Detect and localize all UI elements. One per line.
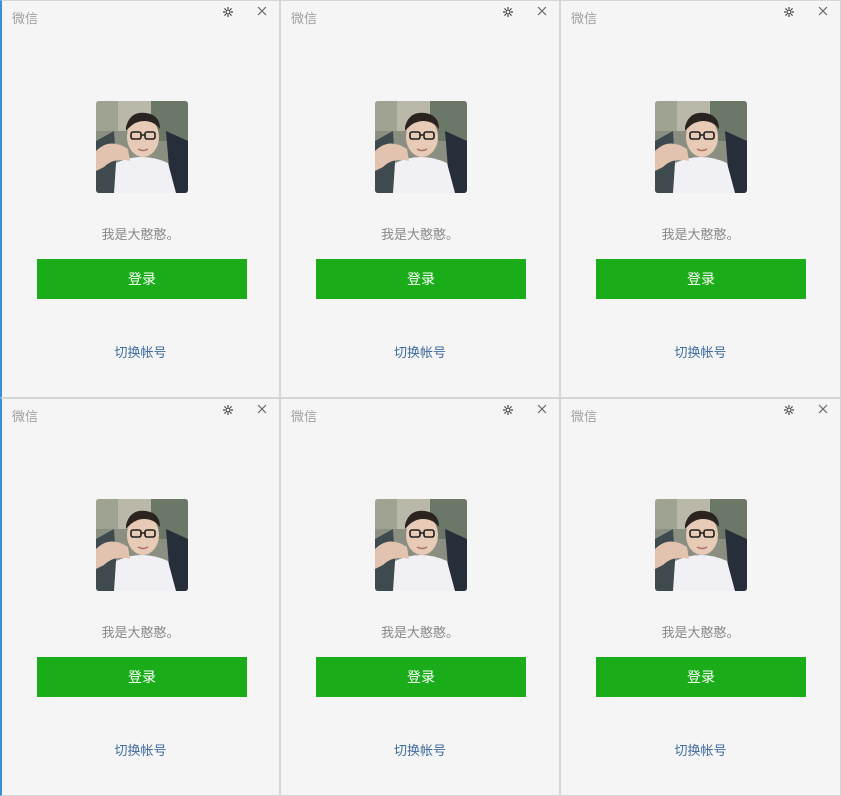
- switch-account-link[interactable]: 切换帐号: [2, 740, 279, 759]
- gear-icon[interactable]: [782, 403, 796, 417]
- close-icon[interactable]: [255, 402, 269, 416]
- username: 我是大憨憨。: [661, 626, 740, 641]
- login-button[interactable]: 登录: [316, 657, 526, 697]
- avatar: [96, 101, 188, 193]
- switch-account-link[interactable]: 切换帐号: [561, 342, 840, 361]
- switch-account-link[interactable]: 切换帐号: [281, 342, 559, 361]
- window-title: 微信: [291, 410, 318, 425]
- switch-account-link[interactable]: 切换帐号: [2, 342, 279, 361]
- wechat-login-window: 微信 我是大憨憨。 登录 切换帐号: [0, 398, 280, 796]
- avatar: [655, 101, 747, 193]
- login-button[interactable]: 登录: [316, 259, 526, 299]
- gear-icon[interactable]: [782, 5, 796, 19]
- gear-icon[interactable]: [501, 5, 515, 19]
- avatar: [375, 101, 467, 193]
- avatar: [655, 499, 747, 591]
- gear-icon[interactable]: [221, 403, 235, 417]
- wechat-login-window: 微信 我是大憨憨。 登录 切换帐号: [280, 398, 560, 796]
- close-icon[interactable]: [535, 4, 549, 18]
- avatar: [375, 499, 467, 591]
- username: 我是大憨憨。: [101, 228, 180, 243]
- window-title: 微信: [291, 12, 318, 27]
- close-icon[interactable]: [816, 402, 830, 416]
- wechat-login-window: 微信 我是大憨憨。 登录 切换帐号: [560, 398, 841, 796]
- login-button[interactable]: 登录: [37, 657, 247, 697]
- switch-account-link[interactable]: 切换帐号: [561, 740, 840, 759]
- login-button[interactable]: 登录: [37, 259, 247, 299]
- username: 我是大憨憨。: [101, 626, 180, 641]
- username: 我是大憨憨。: [661, 228, 740, 243]
- login-button[interactable]: 登录: [596, 259, 806, 299]
- wechat-login-window: 微信 我是大憨憨。 登录 切换帐号: [280, 0, 560, 398]
- close-icon[interactable]: [255, 4, 269, 18]
- close-icon[interactable]: [816, 4, 830, 18]
- window-title: 微信: [12, 410, 39, 425]
- wechat-login-window: 微信 我是大憨憨。 登录 切换帐号: [560, 0, 841, 398]
- window-title: 微信: [12, 12, 39, 27]
- gear-icon[interactable]: [221, 5, 235, 19]
- switch-account-link[interactable]: 切换帐号: [281, 740, 559, 759]
- window-title: 微信: [571, 12, 598, 27]
- username: 我是大憨憨。: [380, 228, 459, 243]
- username: 我是大憨憨。: [380, 626, 459, 641]
- window-title: 微信: [571, 410, 598, 425]
- wechat-login-window: 微信 我是大憨憨。 登录 切换帐号: [0, 0, 280, 398]
- close-icon[interactable]: [535, 402, 549, 416]
- gear-icon[interactable]: [501, 403, 515, 417]
- avatar: [96, 499, 188, 591]
- login-button[interactable]: 登录: [596, 657, 806, 697]
